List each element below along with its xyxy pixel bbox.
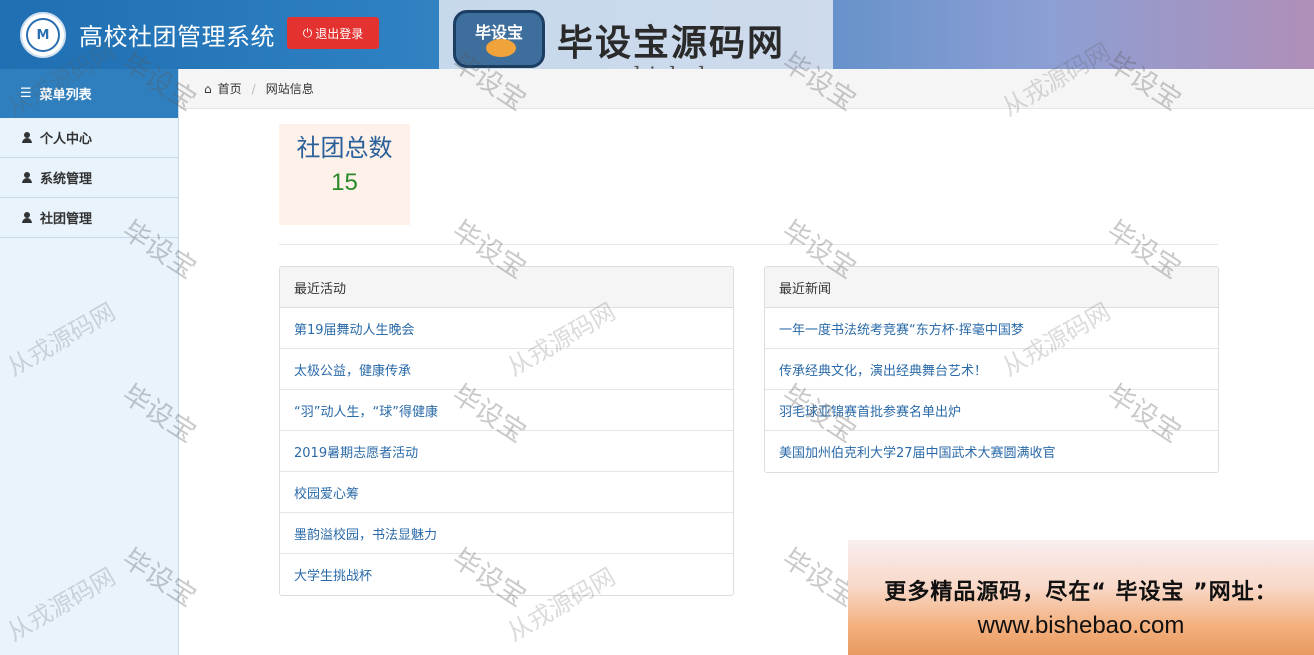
breadcrumb-separator: / [251,81,256,96]
news-item[interactable]: 美国加州伯克利大学27届中国武术大赛圆满收官 [765,431,1218,472]
recent-activities-panel: 最近活动 第19届舞动人生晚会 太极公益，健康传承 “羽”动人生，“球”得健康 … [279,266,734,596]
list-icon: ☰ [20,86,32,101]
promo-url: www.bishebao.com [977,612,1185,639]
news-item[interactable]: 羽毛球亚锦赛首批参赛名单出炉 [765,390,1218,431]
breadcrumb: ⌂ 首页 / 网站信息 [180,69,1314,109]
recent-news-panel: 最近新闻 一年一度书法统考竞赛“东方杯·挥毫中国梦 传承经典文化，演出经典舞台艺… [764,266,1219,473]
club-count-value: 15 [331,169,358,196]
banner-badge: 毕设宝 [453,10,545,68]
content-divider [279,244,1218,245]
system-title: 高校社团管理系统 [79,23,275,51]
activity-item[interactable]: 太极公益，健康传承 [280,349,733,390]
logout-button[interactable]: ⏻ 退出登录 [287,17,379,49]
promo-banner: 更多精品源码，尽在“ 毕设宝 ”网址： www.bishebao.com [848,540,1314,655]
promo-text: 更多精品源码，尽在“ 毕设宝 ”网址： [884,580,1278,605]
logo-mark: M [26,18,60,52]
user-icon [22,132,32,143]
sidebar-item-label: 社团管理 [40,212,93,227]
news-item[interactable]: 一年一度书法统考竞赛“东方杯·挥毫中国梦 [765,308,1218,349]
activity-item[interactable]: 大学生挑战杯 [280,554,733,595]
sidebar-item-label: 个人中心 [40,132,93,147]
user-icon [22,172,32,183]
news-item[interactable]: 传承经典文化，演出经典舞台艺术！ [765,349,1218,390]
home-icon: ⌂ [204,81,212,96]
activity-item[interactable]: “羽”动人生，“球”得健康 [280,390,733,431]
school-logo: M [20,12,66,58]
sidebar-item-club-management[interactable]: 社团管理 [0,198,178,238]
activity-item[interactable]: 2019暑期志愿者活动 [280,431,733,472]
sidebar-item-label: 系统管理 [40,172,93,187]
breadcrumb-current: 网站信息 [265,82,314,96]
club-count-label: 社团总数 [296,134,393,162]
user-icon [22,212,32,223]
recent-news-title: 最近新闻 [765,267,1218,308]
logout-label: 退出登录 [315,26,364,41]
sidebar: ☰ 菜单列表 个人中心 系统管理 社团管理 [0,69,179,655]
activity-item[interactable]: 第19届舞动人生晚会 [280,308,733,349]
power-icon: ⏻ [302,25,313,40]
banner-badge-dot [486,39,516,57]
recent-activities-title: 最近活动 [280,267,733,308]
banner-title: 毕设宝源码网 [557,23,786,64]
menu-header: ☰ 菜单列表 [0,69,178,118]
club-count-card: 社团总数 15 [279,124,410,225]
sidebar-item-system-management[interactable]: 系统管理 [0,158,178,198]
breadcrumb-home[interactable]: 首页 [218,80,242,97]
activity-item[interactable]: 墨韵溢校园，书法显魅力 [280,513,733,554]
menu-header-label: 菜单列表 [39,88,92,103]
sidebar-item-personal-center[interactable]: 个人中心 [0,118,178,158]
activity-item[interactable]: 校园爱心筹 [280,472,733,513]
